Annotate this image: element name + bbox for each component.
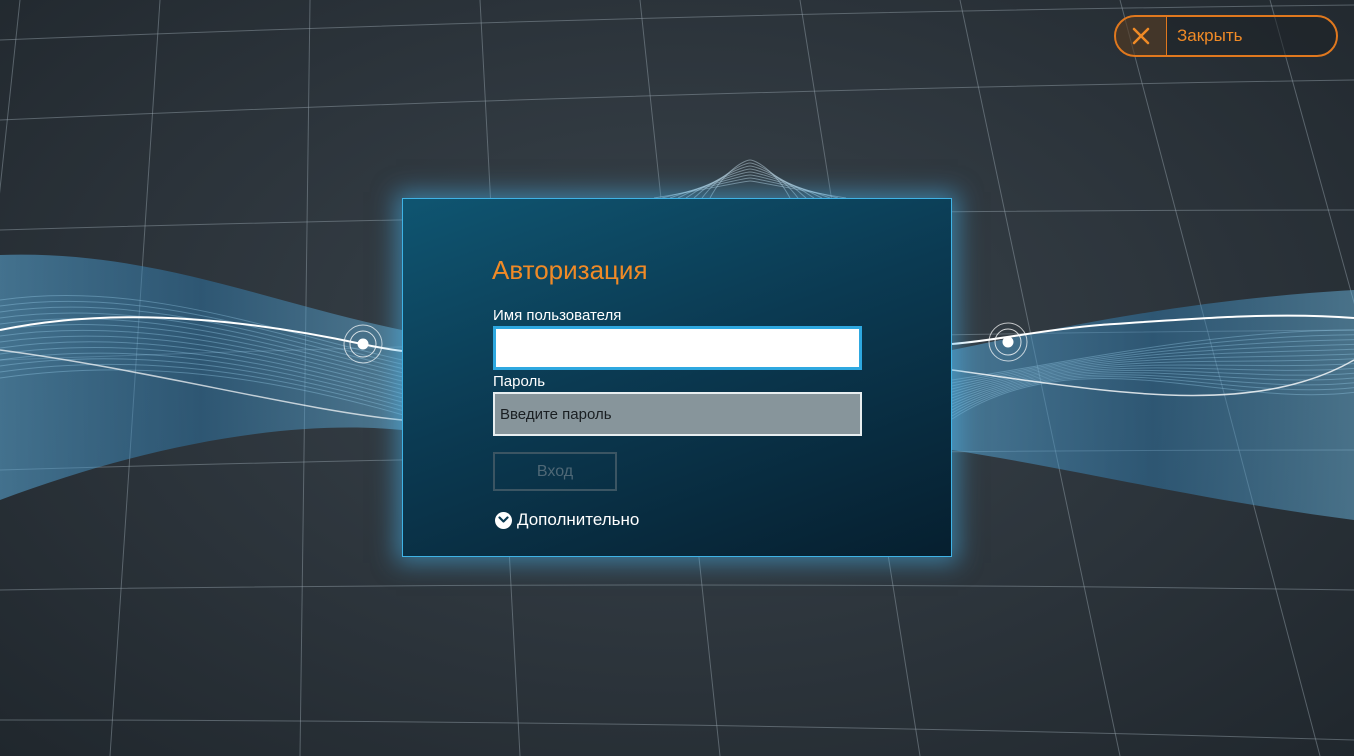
- node-marker-right: [988, 322, 1028, 362]
- login-panel: Авторизация Имя пользователя Пароль Вход…: [402, 198, 952, 557]
- advanced-toggle[interactable]: Дополнительно: [495, 510, 639, 530]
- username-input[interactable]: [493, 326, 862, 370]
- chevron-down-icon: [495, 511, 512, 529]
- close-label: Закрыть: [1177, 26, 1243, 45]
- password-input[interactable]: [493, 392, 862, 436]
- advanced-label: Дополнительно: [517, 510, 640, 529]
- login-title: Авторизация: [492, 255, 648, 285]
- password-label: Пароль: [493, 373, 546, 390]
- close-button[interactable]: Закрыть: [1114, 15, 1338, 57]
- close-icon: [1116, 17, 1167, 55]
- peak-contours: [653, 159, 847, 199]
- node-marker-left: [343, 324, 383, 364]
- username-label: Имя пользователя: [493, 307, 622, 324]
- login-button[interactable]: Вход: [493, 452, 617, 491]
